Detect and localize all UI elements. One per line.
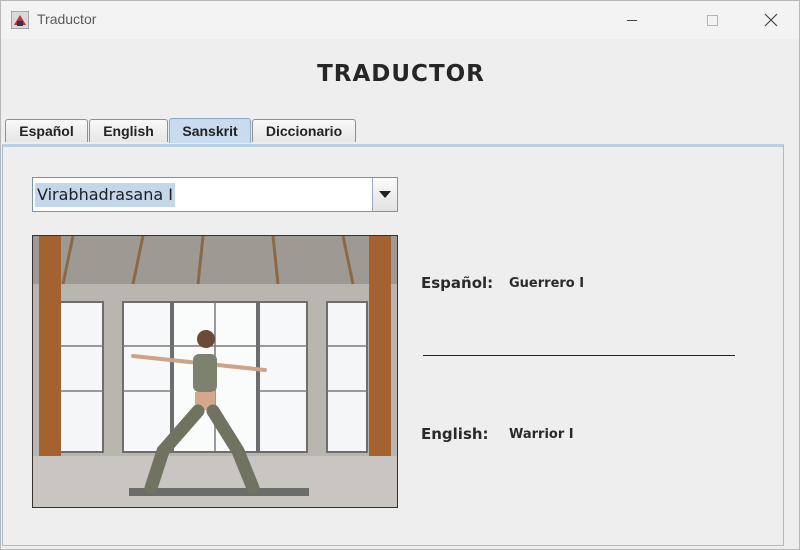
close-icon <box>764 13 778 27</box>
java-app-icon <box>11 11 29 29</box>
spanish-label: Español: <box>421 274 494 292</box>
tab-espanol[interactable]: Español <box>5 119 88 142</box>
dropdown-button[interactable] <box>372 178 397 211</box>
english-translation: Warrior I <box>509 427 574 442</box>
close-button[interactable] <box>748 1 794 39</box>
spanish-translation: Guerrero I <box>509 276 585 291</box>
page-title: TRADUCTOR <box>317 61 485 87</box>
pose-image <box>32 235 398 508</box>
pose-select-value: Virabhadrasana I <box>35 183 175 207</box>
english-label: English: <box>421 425 489 443</box>
minimize-icon <box>627 19 637 21</box>
window-title: Traductor <box>37 11 97 27</box>
tab-diccionario[interactable]: Diccionario <box>252 119 356 142</box>
app-window: Traductor TRADUCTOR Español English Sans… <box>0 0 800 550</box>
minimize-button[interactable] <box>609 1 655 39</box>
maximize-icon <box>706 14 718 26</box>
pose-select[interactable]: Virabhadrasana I <box>32 177 398 212</box>
title-bar[interactable]: Traductor <box>1 1 799 39</box>
tab-sanskrit[interactable]: Sanskrit <box>169 118 251 143</box>
maximize-button[interactable] <box>689 1 735 39</box>
chevron-down-icon <box>379 191 391 198</box>
tab-english[interactable]: English <box>89 119 168 142</box>
divider <box>423 355 735 356</box>
yoga-pose-photo <box>33 236 397 507</box>
